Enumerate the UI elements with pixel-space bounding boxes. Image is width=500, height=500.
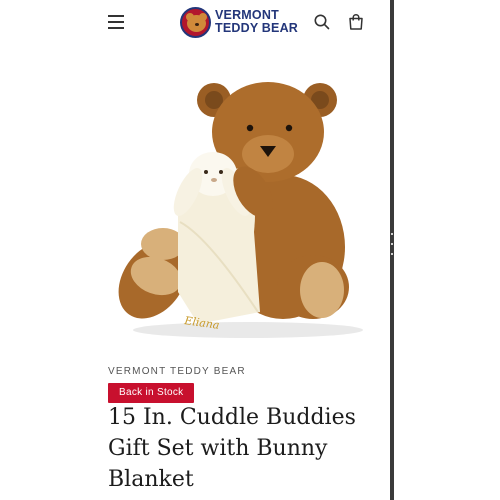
- brand-logo[interactable]: VERMONT TEDDY BEAR: [180, 5, 298, 39]
- product-image-teddy-bear-with-bunny-blanket[interactable]: Eliana: [108, 62, 370, 342]
- logo-wordmark: VERMONT TEDDY BEAR: [215, 9, 298, 35]
- mobile-viewport: VERMONT TEDDY BEAR Eliana VERMONT TEDDY …: [0, 0, 390, 500]
- divider-drag-handle[interactable]: [391, 233, 393, 255]
- stock-status-badge: Back in Stock: [108, 383, 195, 403]
- logo-bear-badge: [180, 6, 211, 38]
- hamburger-menu-icon[interactable]: [106, 12, 126, 32]
- empty-side-pane: [390, 0, 500, 500]
- product-title: 15 In. Cuddle Buddies Gift Set with Bunn…: [108, 405, 356, 492]
- product-vendor: VERMONT TEDDY BEAR: [108, 366, 246, 377]
- shopping-bag-icon[interactable]: [346, 12, 366, 32]
- site-header: VERMONT TEDDY BEAR: [0, 0, 390, 44]
- logo-line-2: TEDDY BEAR: [215, 21, 299, 35]
- search-icon[interactable]: [312, 12, 332, 32]
